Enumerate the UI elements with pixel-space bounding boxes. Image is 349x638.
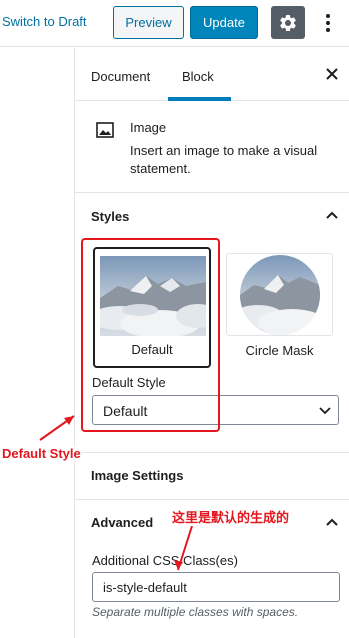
block-card: Image Insert an image to make a visual s… bbox=[75, 101, 349, 193]
annotation-highlight-box bbox=[81, 238, 220, 432]
vertical-ellipsis-icon bbox=[326, 14, 330, 32]
advanced-panel-title[interactable]: Advanced bbox=[91, 515, 153, 530]
style-option-circle-mask-label: Circle Mask bbox=[245, 343, 314, 358]
panel-divider bbox=[75, 452, 349, 453]
css-class-help: Separate multiple classes with spaces. bbox=[92, 605, 299, 619]
style-option-circle-mask[interactable] bbox=[226, 253, 333, 336]
update-button[interactable]: Update bbox=[190, 6, 258, 39]
css-class-input-value: is-style-default bbox=[103, 580, 187, 595]
styles-panel-title[interactable]: Styles bbox=[91, 209, 129, 224]
chevron-up-icon[interactable] bbox=[325, 210, 339, 220]
annotation-label-default-style: Default Style bbox=[2, 446, 81, 461]
annotation-label-generated: 这里是默认的生成的 bbox=[172, 507, 290, 526]
mountain-circle-thumbnail bbox=[240, 255, 320, 335]
close-icon[interactable] bbox=[324, 66, 340, 82]
panel-divider bbox=[75, 499, 349, 500]
tab-block[interactable]: Block bbox=[182, 69, 214, 84]
css-class-label: Additional CSS Class(es) bbox=[92, 553, 238, 568]
editor-canvas bbox=[0, 48, 74, 638]
chevron-up-icon[interactable] bbox=[325, 517, 339, 527]
chevron-down-icon bbox=[319, 407, 331, 415]
block-name: Image bbox=[130, 120, 167, 135]
switch-to-draft-button[interactable]: Switch to Draft bbox=[2, 14, 87, 29]
image-icon bbox=[96, 122, 114, 138]
sidebar-tabs: Document Block bbox=[75, 48, 349, 101]
block-description: Insert an image to make a visual stateme… bbox=[130, 143, 318, 176]
settings-button[interactable] bbox=[271, 6, 305, 39]
gear-icon bbox=[280, 14, 296, 31]
tab-document[interactable]: Document bbox=[91, 69, 150, 84]
editor-header: Switch to Draft Preview Update bbox=[0, 0, 349, 47]
more-menu-button[interactable] bbox=[318, 8, 338, 38]
preview-button[interactable]: Preview bbox=[113, 6, 184, 39]
image-settings-panel-title[interactable]: Image Settings bbox=[91, 468, 183, 483]
css-class-input[interactable]: is-style-default bbox=[92, 572, 340, 602]
